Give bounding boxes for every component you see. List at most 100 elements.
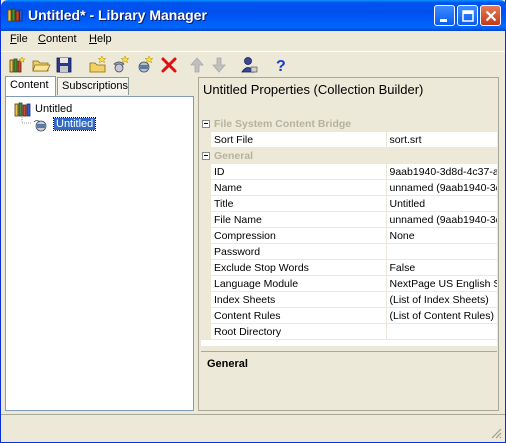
property-row-id[interactable]: ID9aab1940-3d8d-4c37-a282-873b <box>201 163 497 180</box>
property-value[interactable]: Untitled <box>386 195 497 212</box>
property-name: Root Directory <box>211 323 387 340</box>
menu-file-label: ile <box>16 33 28 45</box>
property-row-exclude-stop-words[interactable]: Exclude Stop Words False <box>201 259 497 276</box>
row-gutter <box>201 131 211 148</box>
move-down-icon[interactable] <box>209 55 229 75</box>
menu-help[interactable]: Help <box>89 33 112 45</box>
property-row-root-directory[interactable]: Root Directory <box>201 323 497 340</box>
menu-file[interactable]: File <box>10 33 28 45</box>
minimize-button[interactable] <box>434 5 455 26</box>
close-button[interactable] <box>480 5 501 26</box>
open-folder-icon[interactable] <box>31 55 51 75</box>
collapse-toggle[interactable] <box>201 147 211 164</box>
close-icon <box>485 10 497 22</box>
menu-help-accel: H <box>89 33 97 45</box>
property-value[interactable]: unnamed (9aab1940-3d8d-4c37 <box>386 211 497 228</box>
property-name: Sort File <box>211 131 387 148</box>
maximize-icon <box>462 10 474 22</box>
property-row-sort-file[interactable]: Sort File sort.srt <box>201 131 497 148</box>
row-gutter <box>201 307 211 324</box>
library-app-icon <box>7 8 23 22</box>
property-name: Language Module <box>211 275 387 292</box>
property-row-index-sheets[interactable]: Index Sheets (List of Index Sheets) <box>201 291 497 308</box>
property-value[interactable] <box>386 323 497 340</box>
category-row-general[interactable]: General <box>201 147 497 164</box>
new-library-icon[interactable] <box>8 55 28 75</box>
property-value[interactable]: (List of Index Sheets) <box>386 291 497 308</box>
menu-content[interactable]: Content <box>38 33 77 45</box>
resize-grip-icon[interactable] <box>490 427 502 439</box>
library-node-icon <box>14 102 31 117</box>
save-icon[interactable] <box>54 55 74 75</box>
tab-content[interactable]: Content <box>5 76 56 96</box>
property-grid[interactable]: File System Content Bridge Sort File sor… <box>201 116 497 346</box>
property-value[interactable]: unnamed (9aab1940-3d8d-4c37 <box>386 179 497 196</box>
tab-subscriptions-label: Subscriptions <box>62 80 129 92</box>
property-table: File System Content Bridge Sort File sor… <box>201 116 497 340</box>
property-value[interactable] <box>386 243 497 260</box>
property-row-content-rules[interactable]: Content Rules (List of Content Rules) <box>201 307 497 324</box>
collection-builder-node-icon <box>33 120 47 132</box>
property-name: Compression <box>211 227 387 244</box>
category-label: General <box>211 147 497 164</box>
row-gutter <box>201 323 211 340</box>
minus-icon <box>202 119 210 128</box>
property-name: Content Rules <box>211 307 387 324</box>
row-gutter <box>201 243 211 260</box>
tree-child-label: Untitled <box>52 117 97 131</box>
menu-help-label: elp <box>96 33 112 45</box>
new-content-icon[interactable] <box>111 55 131 75</box>
properties-header: Untitled Properties (Collection Builder) <box>203 82 424 97</box>
property-name: Title <box>211 195 387 212</box>
content-tree[interactable]: Untitled Untitled <box>5 96 194 411</box>
svg-text:?: ? <box>276 58 286 75</box>
user-settings-icon[interactable] <box>239 55 259 75</box>
property-value[interactable]: (List of Content Rules) <box>386 307 497 324</box>
row-gutter <box>201 163 211 180</box>
property-value[interactable]: 9aab1940-3d8d-4c37-a282-873b <box>386 163 497 180</box>
tab-subscriptions[interactable]: Subscriptions <box>57 77 129 95</box>
property-value[interactable]: sort.srt <box>386 131 497 148</box>
menu-content-accel: C <box>38 33 46 45</box>
move-up-icon[interactable] <box>187 55 207 75</box>
menu-bar: File Content Help <box>1 31 505 50</box>
delete-icon[interactable] <box>159 55 179 75</box>
menu-content-label: ontent <box>45 33 77 45</box>
maximize-button[interactable] <box>457 5 478 26</box>
properties-pane: Untitled Properties (Collection Builder)… <box>198 77 499 411</box>
row-gutter <box>201 291 211 308</box>
row-gutter <box>201 179 211 196</box>
property-value[interactable]: False <box>386 259 497 276</box>
property-row-password[interactable]: Password <box>201 243 497 260</box>
property-value[interactable]: NextPage US English Server Ext <box>386 275 497 292</box>
property-name: File Name <box>211 211 387 228</box>
property-name: Index Sheets <box>211 291 387 308</box>
library-manager-window: Untitled* - Library Manager File Content… <box>0 0 506 443</box>
tree-root-label: Untitled <box>35 103 73 115</box>
window-title: Untitled* - Library Manager <box>28 7 207 23</box>
property-value[interactable]: None <box>386 227 497 244</box>
property-row-name[interactable]: Nameunnamed (9aab1940-3d8d-4c37 <box>201 179 497 196</box>
row-gutter <box>201 259 211 276</box>
property-row-file-name[interactable]: File Nameunnamed (9aab1940-3d8d-4c37 <box>201 211 497 228</box>
tab-content-label: Content <box>10 79 49 91</box>
row-gutter <box>201 195 211 212</box>
new-folder-content-icon[interactable] <box>88 55 108 75</box>
property-name: ID <box>211 163 387 180</box>
description-title: General <box>207 358 248 370</box>
property-row-title[interactable]: Title Untitled <box>201 195 497 212</box>
minimize-icon <box>440 19 447 22</box>
property-name: Name <box>211 179 387 196</box>
category-row-file-system[interactable]: File System Content Bridge <box>201 116 497 132</box>
property-row-language-module[interactable]: Language ModuleNextPage US English Serve… <box>201 275 497 292</box>
row-gutter <box>201 211 211 228</box>
toolbar: ? <box>1 51 505 77</box>
category-label: File System Content Bridge <box>211 116 497 132</box>
collapse-toggle[interactable] <box>201 116 211 132</box>
row-gutter <box>201 275 211 292</box>
help-icon[interactable]: ? <box>270 55 290 75</box>
status-bar <box>1 414 505 442</box>
property-row-compression[interactable]: Compression None <box>201 227 497 244</box>
new-collection-builder-icon[interactable] <box>135 55 155 75</box>
title-bar[interactable]: Untitled* - Library Manager <box>1 0 506 31</box>
